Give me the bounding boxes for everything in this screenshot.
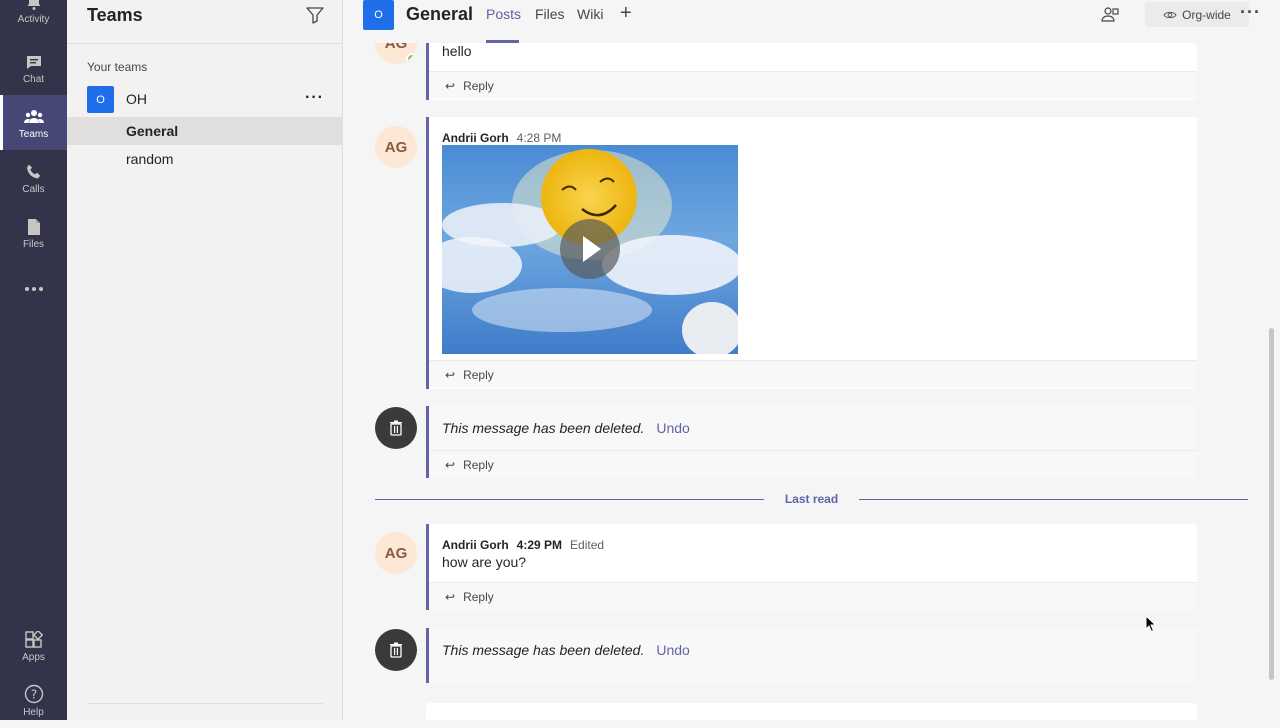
compose-box[interactable] bbox=[426, 703, 1197, 720]
file-icon bbox=[27, 219, 40, 235]
presence-available-icon bbox=[406, 53, 417, 64]
bell-icon bbox=[27, 0, 40, 10]
last-read-divider: Last read bbox=[375, 492, 1248, 506]
reply-label: Reply bbox=[463, 589, 494, 604]
help-icon: ? bbox=[24, 684, 43, 704]
rail-label: Apps bbox=[22, 652, 45, 663]
rail-teams[interactable]: Teams bbox=[0, 95, 67, 150]
divider bbox=[67, 43, 343, 44]
rail-label: Teams bbox=[18, 129, 49, 140]
app-rail: Activity Chat Teams Calls Files Apps ? H… bbox=[0, 0, 67, 720]
reply-icon: ↩ bbox=[445, 457, 456, 472]
apps-icon bbox=[24, 631, 43, 648]
deleted-message-avatar bbox=[375, 629, 417, 671]
message-card: Andrii Gorh 4:29 PM Edited how are you? ↩ R… bbox=[426, 524, 1197, 610]
rail-calls[interactable]: Calls bbox=[0, 150, 67, 205]
rail-files[interactable]: Files bbox=[0, 205, 67, 260]
org-wide-label: Org-wide bbox=[1182, 7, 1231, 22]
org-wide-badge[interactable]: Org-wide bbox=[1145, 2, 1249, 27]
rail-label: Activity bbox=[17, 14, 50, 25]
message-time: 4:28 PM bbox=[516, 131, 562, 145]
more-icon bbox=[24, 287, 43, 291]
panel-title: Teams bbox=[87, 5, 143, 25]
channel-random[interactable]: random bbox=[67, 145, 343, 173]
rail-label: Calls bbox=[22, 184, 45, 195]
rail-label: Chat bbox=[22, 74, 45, 85]
team-item-oh[interactable]: O OH ··· bbox=[67, 84, 343, 114]
reply-button[interactable]: ↩ Reply bbox=[429, 582, 1197, 610]
mouse-cursor-icon bbox=[1145, 615, 1157, 633]
rail-chat[interactable]: Chat bbox=[0, 40, 67, 95]
teams-icon bbox=[23, 110, 44, 123]
channel-header: O General Posts Files Wiki + Org-wide ··… bbox=[343, 0, 1280, 30]
deleted-message-text: This message has been deleted. bbox=[442, 420, 645, 436]
message-text: how are you? bbox=[442, 554, 527, 570]
deleted-message-text: This message has been deleted. bbox=[442, 642, 645, 658]
message-author: Andrii Gorh bbox=[442, 538, 509, 552]
chat-icon bbox=[26, 56, 41, 69]
eye-icon bbox=[1163, 11, 1177, 18]
rail-more[interactable] bbox=[0, 262, 67, 317]
section-label: Your teams bbox=[87, 60, 148, 74]
reply-button[interactable]: ↩ Reply bbox=[429, 360, 1197, 388]
trash-icon bbox=[390, 642, 402, 658]
sun-image bbox=[442, 149, 738, 354]
team-avatar: O bbox=[87, 86, 114, 113]
rail-label: Files bbox=[22, 239, 45, 250]
teams-panel: Teams Your teams O OH ··· General random bbox=[67, 0, 343, 720]
divider bbox=[375, 499, 764, 500]
rail-label: Help bbox=[23, 707, 44, 718]
deleted-message-avatar bbox=[375, 407, 417, 449]
edited-label: Edited bbox=[570, 538, 605, 552]
message-card: Andrii Gorh 4:28 PM ↩ Reply bbox=[426, 117, 1197, 389]
last-read-label: Last read bbox=[784, 492, 839, 506]
avatar: AG bbox=[375, 532, 417, 574]
team-members-icon[interactable] bbox=[1100, 5, 1120, 25]
channel-general[interactable]: General bbox=[67, 117, 343, 145]
reply-button[interactable]: ↩ Reply bbox=[429, 71, 1197, 99]
rail-activity[interactable]: Activity bbox=[0, 0, 67, 35]
divider bbox=[87, 703, 323, 704]
undo-link[interactable]: Undo bbox=[656, 642, 689, 658]
add-tab-button[interactable]: + bbox=[620, 3, 632, 23]
reply-icon: ↩ bbox=[445, 367, 456, 382]
message-card: hello ↩ Reply bbox=[426, 43, 1197, 100]
divider bbox=[859, 499, 1248, 500]
channel-avatar: O bbox=[363, 0, 394, 30]
filter-icon[interactable] bbox=[305, 5, 325, 25]
reply-label: Reply bbox=[463, 78, 494, 93]
rail-apps[interactable]: Apps bbox=[0, 618, 67, 673]
reply-icon: ↩ bbox=[445, 589, 456, 604]
tab-wiki[interactable]: Wiki bbox=[577, 6, 603, 22]
more-options-button[interactable]: ··· bbox=[1240, 2, 1261, 23]
message-card-deleted: This message has been deleted. Undo bbox=[426, 628, 1197, 683]
reply-button[interactable]: ↩ Reply bbox=[429, 450, 1197, 478]
tab-files[interactable]: Files bbox=[535, 6, 565, 22]
svg-text:?: ? bbox=[30, 688, 36, 702]
team-name: OH bbox=[126, 91, 147, 107]
trash-icon bbox=[390, 420, 402, 436]
reply-label: Reply bbox=[463, 457, 494, 472]
video-thumbnail[interactable] bbox=[442, 145, 738, 354]
undo-link[interactable]: Undo bbox=[656, 420, 689, 436]
channel-title: General bbox=[406, 4, 474, 24]
avatar: AG bbox=[375, 126, 417, 168]
reply-icon: ↩ bbox=[445, 78, 456, 93]
channel-main: O General Posts Files Wiki + Org-wide ··… bbox=[343, 0, 1280, 720]
message-card-deleted: This message has been deleted. Undo ↩ Repl… bbox=[426, 406, 1197, 478]
message-time: 4:29 PM bbox=[516, 538, 563, 552]
scrollbar[interactable] bbox=[1269, 328, 1274, 680]
reply-label: Reply bbox=[463, 367, 494, 382]
tab-posts[interactable]: Posts bbox=[486, 6, 521, 22]
team-more-options-button[interactable]: ··· bbox=[305, 89, 325, 109]
phone-icon bbox=[26, 164, 40, 179]
message-author: Andrii Gorh bbox=[442, 131, 509, 145]
message-text: hello bbox=[442, 43, 472, 59]
